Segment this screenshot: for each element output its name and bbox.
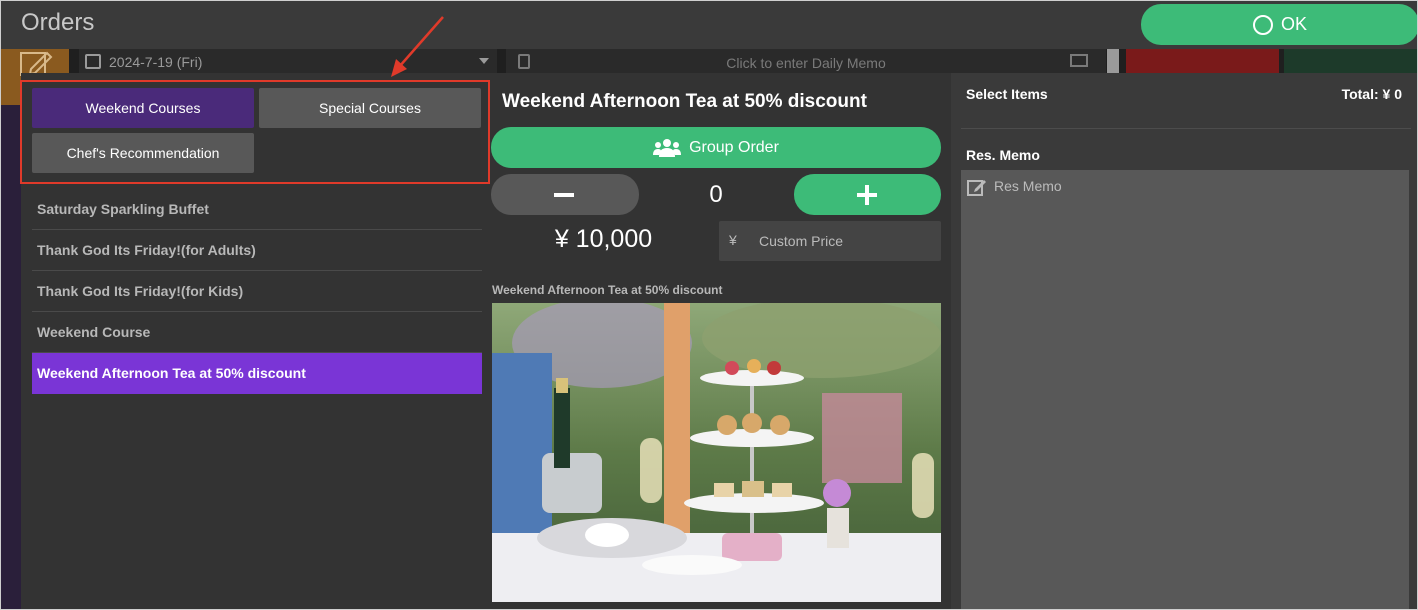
increase-quantity-button[interactable]: [794, 174, 941, 215]
page-title: Orders: [21, 9, 95, 36]
list-item-selected[interactable]: Weekend Afternoon Tea at 50% discount: [32, 353, 482, 394]
category-special-courses[interactable]: Special Courses: [259, 88, 481, 128]
category-chefs-recommendation[interactable]: Chef's Recommendation: [32, 133, 254, 173]
list-item[interactable]: Weekend Course: [32, 312, 482, 353]
calendar-icon: [85, 54, 101, 69]
list-item[interactable]: Saturday Sparkling Buffet: [32, 189, 482, 230]
divider: [961, 128, 1411, 129]
header-bar: Orders OK: [1, 1, 1417, 49]
daily-memo-field[interactable]: Click to enter Daily Memo: [506, 49, 1106, 73]
res-memo-field[interactable]: [961, 170, 1409, 609]
chevron-down-icon: [479, 58, 489, 64]
users-icon: [653, 138, 682, 157]
daily-memo-placeholder: Click to enter Daily Memo: [726, 55, 886, 71]
background-green-button: [1284, 49, 1417, 73]
category-weekend-courses[interactable]: Weekend Courses: [32, 88, 254, 128]
decrease-quantity-button[interactable]: [491, 174, 639, 215]
orders-window: Orders OK 2024-7-19 (Fri) Click to enter…: [0, 0, 1418, 610]
group-order-button[interactable]: Group Order: [491, 127, 941, 168]
course-photo: [492, 303, 941, 602]
list-item[interactable]: Thank God Its Friday!(for Kids): [32, 271, 482, 312]
quantity-value: 0: [709, 181, 723, 208]
background-divider: [1107, 49, 1119, 73]
res-memo-label: Res. Memo: [966, 147, 1040, 163]
yen-symbol: ¥: [729, 232, 737, 248]
date-label: 2024-7-19 (Fri): [109, 54, 203, 70]
group-order-label: Group Order: [689, 138, 779, 156]
course-title: Weekend Afternoon Tea at 50% discount: [502, 91, 867, 112]
select-items-label: Select Items: [966, 86, 1048, 102]
ok-button[interactable]: OK: [1141, 4, 1417, 45]
list-item[interactable]: Thank God Its Friday!(for Adults): [32, 230, 482, 271]
total-amount: Total: ¥ 0: [1341, 86, 1402, 102]
circle-icon: [1252, 14, 1273, 35]
course-list: Saturday Sparkling Buffet Thank God Its …: [32, 189, 482, 394]
custom-price-field[interactable]: ¥: [719, 221, 941, 261]
background-sidebar: [1, 105, 21, 609]
clipboard-icon: [518, 54, 530, 69]
minus-icon: [554, 193, 574, 197]
annotation-arrow-icon: [391, 16, 444, 77]
res-memo-input[interactable]: [961, 170, 1409, 609]
monitor-icon: [1070, 54, 1088, 67]
background-red-button: [1126, 49, 1279, 73]
ok-button-label: OK: [1280, 14, 1307, 34]
custom-price-input[interactable]: [751, 221, 941, 261]
image-caption: Weekend Afternoon Tea at 50% discount: [492, 283, 723, 297]
course-price: ¥ 10,000: [554, 225, 653, 253]
